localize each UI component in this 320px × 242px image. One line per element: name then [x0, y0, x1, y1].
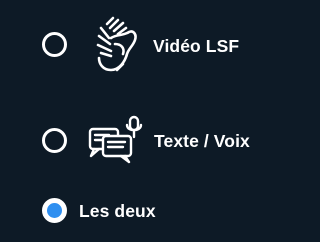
option-label-les-deux: Les deux — [79, 201, 156, 221]
radio-les-deux[interactable] — [42, 198, 67, 223]
option-video-lsf[interactable]: Vidéo LSF — [0, 10, 285, 80]
option-les-deux[interactable]: Les deux — [0, 190, 285, 232]
chat-bubbles-microphone-icon — [85, 114, 145, 164]
option-texte-voix[interactable]: Texte / Voix — [0, 108, 285, 172]
option-label-texte-voix: Texte / Voix — [154, 131, 250, 151]
radio-video-lsf[interactable] — [42, 32, 67, 57]
radio-texte-voix[interactable] — [42, 128, 67, 153]
option-label-video-lsf: Vidéo LSF — [153, 36, 240, 56]
sign-language-hands-icon — [93, 14, 141, 74]
